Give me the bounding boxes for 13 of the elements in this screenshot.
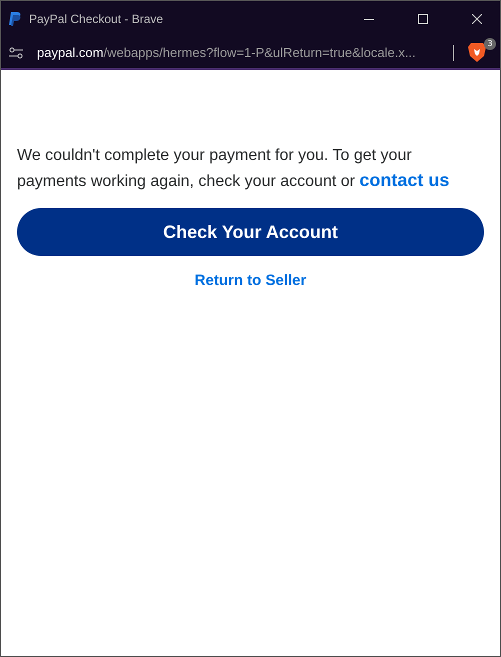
- return-to-seller-link[interactable]: Return to Seller: [188, 271, 312, 290]
- paypal-logo-icon: [9, 12, 21, 26]
- error-message: We couldn't complete your payment for you. To get your payments working again, check your account or contact us: [17, 146, 450, 192]
- shields-count-badge: 3: [484, 38, 496, 50]
- window-title: PayPal Checkout - Brave: [29, 12, 164, 26]
- address-field[interactable]: paypal.com/webapps/hermes?flow=1-P&ulReturn=true&locale.x...: [37, 45, 439, 60]
- minimize-icon: [364, 18, 374, 20]
- lion-shield-icon: [468, 42, 486, 62]
- contact-us-link[interactable]: contact us: [359, 170, 450, 190]
- site-settings-icon[interactable]: [9, 46, 23, 58]
- check-account-button[interactable]: Check Your Account: [17, 208, 484, 256]
- close-icon: [472, 14, 482, 24]
- maximize-icon: [418, 14, 428, 24]
